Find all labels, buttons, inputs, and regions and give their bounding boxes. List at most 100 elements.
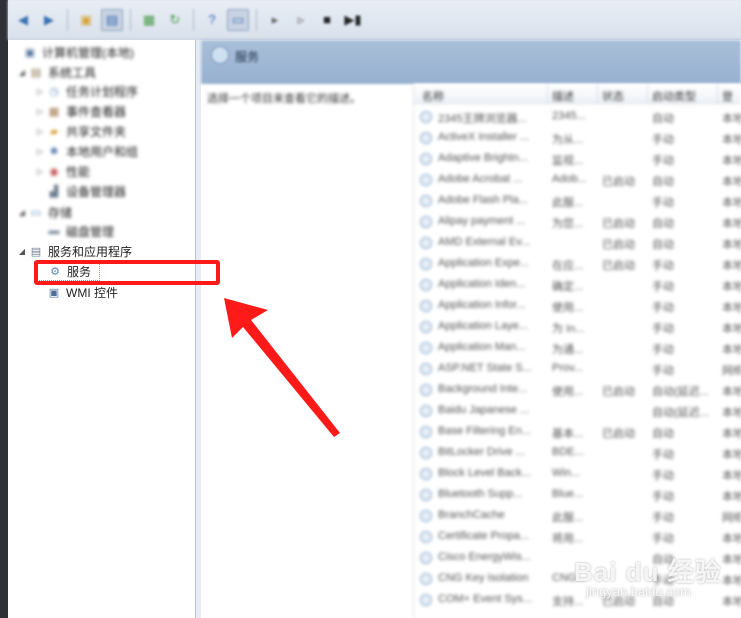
console-icon[interactable]: ▭ [227,8,249,31]
service-gear-icon [420,531,432,543]
cell-logon: 本地 [722,407,741,419]
back-icon[interactable]: ◀ [12,9,34,31]
toolbar-separator [67,8,68,31]
collapse-icon[interactable]: ◢ [16,68,28,77]
cell-name: 2345王牌浏览器... [438,113,527,125]
tree-item-root[interactable]: ▣ 计算机管理(本地) [10,42,134,62]
table-row[interactable]: BitLocker Drive ... BDE... 手动 本地 [414,442,741,463]
up-folder-icon[interactable]: ▣ [75,9,97,31]
cell-name: COM+ Event Sys... [438,593,532,605]
table-row[interactable]: Application Expe... 在应... 已启动 手动 本地 [414,253,741,274]
cell-startup-type: 手动 [652,365,674,377]
table-row[interactable]: Adobe Acrobat ... Adob... 已启动 自动 本地 [414,169,741,190]
forward-icon[interactable]: ▶ [38,9,60,31]
cell-name: Base Filtering En... [438,425,531,437]
cell-name: Baidu Japanese ... [438,404,530,416]
table-row[interactable]: 2345王牌浏览器... 2345... 自动 本地 [414,106,741,127]
tree-item-system-tools[interactable]: ◢ ▤ 系统工具 [16,62,96,82]
cell-name: Application Man... [438,341,526,353]
play-icon[interactable]: ▸ [264,9,286,31]
cell-logon: 本地 [722,113,741,125]
cell-name: Adaptive Brightn... [438,152,528,164]
tree-item-wmi[interactable]: ▣ WMI 控件 [34,282,118,302]
service-gear-icon [420,573,432,585]
collapse-icon[interactable]: ◢ [16,208,28,217]
table-row[interactable]: ASP.NET State S... Prov... 手动 网络 [414,358,741,379]
cell-name: Application Expe... [438,257,530,269]
cell-description: Blue... [552,488,584,500]
table-row[interactable]: Adaptive Brightn... 监视... 手动 本地 [414,148,741,169]
table-row[interactable]: Background Inte... 使用... 已启动 自动(延迟... 本地 [414,379,741,400]
service-gear-icon [420,321,432,333]
stop-icon[interactable]: ■ [316,9,338,31]
tree-item-local-users[interactable]: ▷ ☻ 本地用户和组 [34,141,138,161]
column-logon[interactable]: 登 [722,88,733,104]
cell-startup-type: 自动 [652,239,674,251]
column-name[interactable]: 名称 [422,88,444,104]
cell-logon: 本地 [722,218,741,230]
expand-icon[interactable]: ▷ [34,127,46,136]
column-description[interactable]: 描述 [552,88,574,104]
tree-item-storage[interactable]: ◢ ▭ 存储 [16,202,72,222]
table-row[interactable]: Base Filtering En... 基本... 已启动 自动 本地 [414,421,741,442]
cell-status: 已启动 [602,176,635,188]
services-table: 名称 描述 状态 启动类型 登 2345王牌浏览器...2345...自动本地A… [413,84,741,618]
tree-item-task-scheduler[interactable]: ▷ ◷ 任务计划程序 [34,81,138,101]
folder-icon: ▰ [49,125,59,138]
table-row[interactable]: Application Iden... 确定... 手动 本地 [414,274,741,295]
service-gear-icon [420,111,432,123]
toolbar-separator [193,8,194,31]
collapse-icon[interactable]: ◢ [16,247,28,256]
table-row[interactable]: AMD External Ev... 已启动 自动 本地 [414,232,741,253]
table-row[interactable]: Block Level Back... Win... 手动 本地 [414,463,741,484]
table-row[interactable]: ActiveX Installer ... 为从... 手动 本地 [414,127,741,148]
expand-icon[interactable]: ▷ [34,107,46,116]
cell-startup-type: 手动 [652,512,674,524]
cell-startup-type: 手动 [652,155,674,167]
cell-logon: 本地 [722,134,741,146]
column-status[interactable]: 状态 [602,88,624,104]
details-header: 服务 [201,40,741,84]
refresh-icon[interactable]: ↻ [164,9,186,31]
service-gear-icon [420,510,432,522]
cell-description: 为 In... [552,323,585,335]
cell-startup-type: 手动 [652,323,674,335]
help-icon[interactable]: ? [201,9,223,31]
cell-logon: 网络 [722,512,741,524]
cell-logon: 本地 [722,470,741,482]
table-row[interactable]: Bluetooth Supp... Blue... 手动 本地 [414,484,741,505]
cell-startup-type: 自动 [652,428,674,440]
service-gear-icon [420,363,432,375]
show-hide-tree-icon[interactable]: ▤ [101,8,123,31]
cell-startup-type: 手动 [652,281,674,293]
export-icon[interactable]: ▦ [138,9,160,31]
cell-startup-type: 自动 [652,218,674,230]
expand-icon[interactable]: ▷ [34,87,46,96]
cell-startup-type: 手动 [652,344,674,356]
tree-item-shared-folders[interactable]: ▷ ▰ 共享文件夹 [34,121,126,141]
service-gear-icon [420,405,432,417]
cell-logon: 网络 [722,365,741,377]
restart-icon[interactable]: ▶▮ [342,9,364,31]
table-row[interactable]: Application Infor... 使用... 手动 本地 [414,295,741,316]
storage-icon: ▭ [30,206,42,219]
expand-icon[interactable]: ▷ [34,147,46,156]
table-row[interactable]: Alipay payment ... 为您... 已启动 自动 本地 [414,211,741,232]
column-startup-type[interactable]: 启动类型 [652,88,696,104]
cell-startup-type: 手动 [652,302,674,314]
table-row[interactable]: Application Man... 为通... 手动 本地 [414,337,741,358]
cell-name: Background Inte... [438,383,528,395]
table-row[interactable]: Baidu Japanese ... 自动(延迟... 本地 [414,400,741,421]
tree-item-disk-management[interactable]: ▬ 磁盘管理 [34,221,115,241]
cell-logon: 本地 [722,281,741,293]
tree-item-device-manager[interactable]: ▟ 设备管理器 [34,181,126,201]
table-row[interactable]: Adobe Flash Pla... 此服... 手动 本地 [414,190,741,211]
pause-icon[interactable]: ▹ [290,9,312,31]
table-row[interactable]: BranchCache 此服... 手动 网络 [414,505,741,526]
cell-description: 为您... [552,218,584,230]
tree-item-services-apps[interactable]: ◢ ▤ 服务和应用程序 [16,241,132,261]
tree-item-event-viewer[interactable]: ▷ ▦ 事件查看器 [34,101,126,121]
tree-item-performance[interactable]: ▷ ◉ 性能 [34,161,90,181]
table-row[interactable]: Application Laye... 为 In... 手动 本地 [414,316,741,337]
expand-icon[interactable]: ▷ [34,167,46,176]
